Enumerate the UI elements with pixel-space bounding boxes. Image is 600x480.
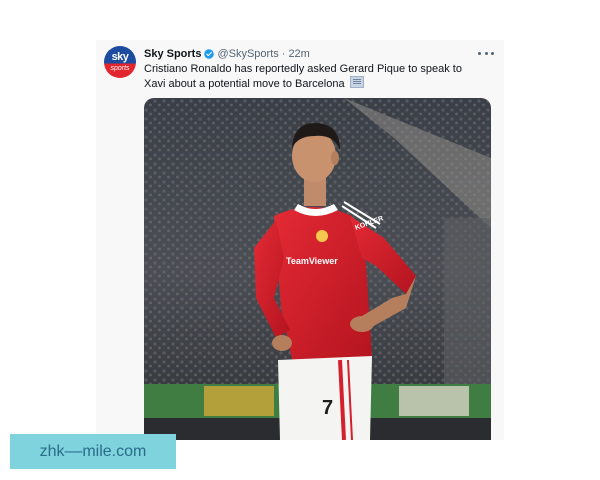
sky-sports-avatar[interactable]: sky sports	[104, 46, 136, 78]
user-handle[interactable]: @SkySports	[217, 48, 278, 60]
tweet-photo[interactable]: TeamViewer KOHLER 7	[144, 98, 491, 440]
page: sky sports Sky Sports @SkySports · 22m C…	[0, 0, 600, 480]
display-name[interactable]: Sky Sports	[144, 48, 201, 60]
avatar-logo-top: sky	[111, 51, 129, 63]
separator-dot: ·	[281, 48, 286, 60]
tweet-body: Cristiano Ronaldo has reportedly asked G…	[144, 63, 462, 90]
tweet-header: Sky Sports @SkySports · 22m	[144, 46, 310, 62]
shirt-sponsor-text: TeamViewer	[286, 256, 338, 266]
watermark-text: zhk––mile.com	[39, 442, 147, 460]
shorts-number: 7	[322, 397, 333, 419]
avatar-logo-bottom: sports	[110, 65, 130, 72]
more-options-icon[interactable]	[478, 46, 494, 60]
watermark-banner: zhk––mile.com	[10, 434, 176, 469]
newspaper-emoji-icon	[349, 76, 364, 88]
verified-badge-icon	[204, 49, 215, 59]
tweet-text: Cristiano Ronaldo has reportedly asked G…	[144, 62, 484, 91]
tweet-photo-illustration: TeamViewer KOHLER 7	[144, 98, 491, 440]
tweet-timestamp[interactable]: 22m	[288, 48, 309, 60]
